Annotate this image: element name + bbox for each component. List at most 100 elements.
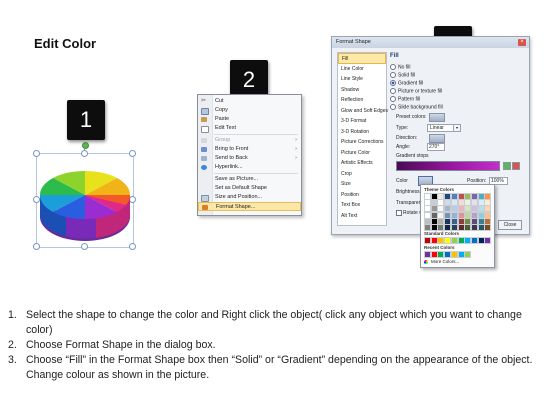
fill-section-heading: Fill: [390, 53, 399, 59]
type-select[interactable]: Linear: [427, 124, 455, 132]
menu-item-label: Hyperlink...: [215, 164, 243, 170]
angle-input[interactable]: 270°: [427, 143, 445, 151]
menu-item-send-to-back[interactable]: Send to Back ›: [198, 154, 301, 163]
submenu-arrow-icon: ›: [295, 137, 297, 143]
color-palette-popup: Theme Colors Standard Colors Recent Colo…: [420, 184, 495, 268]
gradient-stops-bar[interactable]: [396, 161, 500, 171]
brightness-label: Brightness: [396, 189, 420, 195]
menu-item-edit-text[interactable]: Edit Text: [198, 124, 301, 133]
color-swatch[interactable]: [464, 251, 472, 258]
menu-item-label: Paste: [215, 116, 230, 122]
radio-button[interactable]: [390, 64, 396, 70]
group-icon: [201, 138, 207, 143]
direction-dropdown[interactable]: [429, 134, 445, 143]
radio-no-fill[interactable]: No fill: [390, 64, 411, 71]
radio-button[interactable]: [390, 88, 396, 94]
menu-item-save-as-picture[interactable]: Save as Picture...: [198, 175, 301, 184]
menu-item-set-default-shape[interactable]: Set as Default Shape: [198, 184, 301, 193]
nav-line-style[interactable]: Line Style: [338, 74, 386, 85]
nav-artistic-effects[interactable]: Artistic Effects: [338, 158, 386, 169]
nav-position[interactable]: Position: [338, 190, 386, 201]
menu-item-bring-to-front[interactable]: Bring to Front ›: [198, 145, 301, 154]
resize-handle-tr[interactable]: [129, 150, 136, 157]
menu-item-hyperlink[interactable]: Hyperlink...: [198, 163, 301, 172]
radio-button-selected[interactable]: [390, 80, 396, 86]
menu-item-label: Set as Default Shape: [215, 185, 267, 191]
send-back-icon: [201, 156, 207, 161]
menu-item-size-and-position[interactable]: Size and Position...: [198, 193, 301, 202]
standard-colors-header: Standard Colors: [424, 231, 460, 236]
nav-crop[interactable]: Crop: [338, 169, 386, 180]
radio-gradient-fill[interactable]: Gradient fill: [390, 80, 423, 87]
menu-item-copy[interactable]: Copy: [198, 106, 301, 115]
radio-label: Slide background fill: [398, 104, 443, 111]
menu-separator: [214, 173, 298, 174]
menu-item-label: Cut: [215, 98, 224, 104]
type-select-value: Linear: [430, 125, 444, 131]
radio-solid-fill[interactable]: Solid fill: [390, 72, 415, 79]
nav-reflection[interactable]: Reflection: [338, 95, 386, 106]
menu-item-label: Save as Picture...: [215, 176, 259, 182]
rotate-with-shape-checkbox[interactable]: [396, 210, 402, 216]
close-button[interactable]: Close: [498, 220, 522, 230]
nav-3d-format[interactable]: 3-D Format: [338, 116, 386, 127]
color-swatch[interactable]: [484, 237, 492, 244]
menu-item-group: Group ›: [198, 136, 301, 145]
menu-item-label: Send to Back: [215, 155, 248, 161]
dialog-title: Format Shape: [336, 39, 371, 45]
menu-item-label: Bring to Front: [215, 146, 249, 152]
nav-line-color[interactable]: Line Color: [338, 64, 386, 75]
nav-picture-corrections[interactable]: Picture Corrections: [338, 137, 386, 148]
radio-pattern-fill[interactable]: Pattern fill: [390, 96, 420, 103]
clipboard-icon: [201, 117, 207, 122]
instruction-text: Select the shape to change the color and…: [26, 309, 522, 336]
recent-colors-header: Recent Colors: [424, 245, 455, 250]
gradient-stops-label: Gradient stops: [396, 153, 429, 159]
resize-handle-t[interactable]: [81, 150, 88, 157]
radio-picture-fill[interactable]: Picture or texture fill: [390, 88, 442, 95]
radio-button[interactable]: [390, 104, 396, 110]
format-shape-icon: [202, 205, 208, 210]
chevron-down-icon[interactable]: ▾: [453, 124, 461, 132]
size-icon: [201, 195, 209, 202]
page-title: Edit Color: [34, 36, 97, 51]
globe-link-icon: [201, 165, 207, 170]
nav-fill[interactable]: Fill: [338, 53, 386, 64]
menu-item-cut[interactable]: ✂ Cut: [198, 97, 301, 106]
add-stop-icon[interactable]: [503, 162, 511, 170]
3d-pie-shape[interactable]: [36, 165, 134, 245]
nav-size[interactable]: Size: [338, 179, 386, 190]
dialog-titlebar: Format Shape ×: [332, 37, 529, 48]
instruction-text: Choose Format Shape in the dialog box.: [26, 339, 216, 351]
nav-shadow[interactable]: Shadow: [338, 85, 386, 96]
menu-item-label: Group: [215, 137, 231, 143]
radio-button[interactable]: [390, 96, 396, 102]
instruction-item: 1. Select the shape to change the color …: [8, 308, 548, 338]
radio-button[interactable]: [390, 72, 396, 78]
color-swatch[interactable]: [484, 224, 492, 231]
transparency-label: Transparen: [396, 200, 422, 206]
nav-picture-color[interactable]: Picture Color: [338, 148, 386, 159]
resize-handle-tl[interactable]: [33, 150, 40, 157]
menu-item-paste[interactable]: Paste: [198, 115, 301, 124]
instruction-number: 3.: [8, 354, 17, 366]
preset-colors-dropdown[interactable]: [429, 113, 445, 122]
radio-slide-background-fill[interactable]: Slide background fill: [390, 104, 443, 111]
text-icon: [201, 126, 209, 133]
angle-label: Angle:: [396, 144, 411, 150]
stop-color-label: Color: [396, 178, 408, 184]
nav-text-box[interactable]: Text Box: [338, 200, 386, 211]
instructions-list: 1. Select the shape to change the color …: [8, 308, 548, 383]
nav-alt-text[interactable]: Alt Text: [338, 211, 386, 222]
nav-3d-rotation[interactable]: 3-D Rotation: [338, 127, 386, 138]
bring-front-icon: [201, 147, 207, 152]
remove-stop-icon[interactable]: [512, 162, 520, 170]
menu-item-format-shape[interactable]: Format Shape...: [198, 202, 301, 211]
nav-glow[interactable]: Glow and Soft Edges: [338, 106, 388, 117]
instruction-text: Choose “Fill” in the Format Shape box th…: [26, 354, 533, 381]
close-icon[interactable]: ×: [518, 39, 526, 46]
step-badge-1: 1: [67, 100, 105, 140]
more-colors-link[interactable]: More Colors...: [431, 259, 459, 264]
radio-label: Picture or texture fill: [398, 88, 443, 95]
submenu-arrow-icon: ›: [295, 146, 297, 152]
